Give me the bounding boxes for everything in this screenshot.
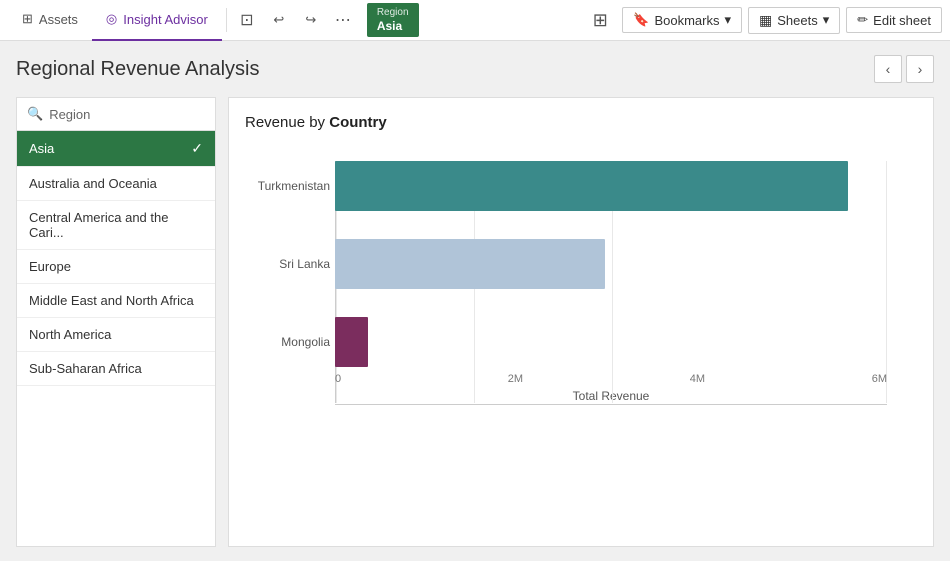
undo-button[interactable]: ↩ [263,4,295,36]
x-axis-title: Total Revenue [335,389,887,403]
next-icon: › [918,61,923,77]
tab-insight-advisor-label: Insight Advisor [123,12,208,27]
tab-assets[interactable]: ⊞ Assets [8,0,92,41]
more-button[interactable]: ⋯ [327,4,359,36]
sidebar-item-asia[interactable]: Asia ✓ [17,131,215,167]
x-label-6m: 6M [872,373,887,385]
tab-insight-advisor[interactable]: ◎ Insight Advisor [92,0,222,41]
bar-track-turkmenistan [335,161,887,211]
bar-row-mongolia: Mongolia [335,317,887,367]
chart-title: Revenue by Country [245,114,917,131]
x-label-4m: 4M [690,373,705,385]
x-label-2m: 2M [508,373,523,385]
bookmarks-chevron: ▾ [724,12,731,28]
bar-fill-mongolia [335,317,368,367]
chart-title-regular: Revenue by [245,114,325,131]
bar-row-srilanka: Sri Lanka [335,239,887,289]
bar-label-turkmenistan: Turkmenistan [245,179,330,193]
page-title: Regional Revenue Analysis [16,58,260,81]
edit-sheet-label: Edit sheet [873,13,931,28]
chip-label: Region [377,6,409,19]
sidebar-item-north-america[interactable]: North America [17,318,215,352]
assets-icon: ⊞ [22,11,33,27]
bar-track-srilanka [335,239,887,289]
insight-advisor-icon: ◎ [106,11,117,27]
sidebar-item-australia-label: Australia and Oceania [29,176,157,191]
bookmarks-label: Bookmarks [654,13,719,28]
sidebar-item-middle-east-label: Middle East and North Africa [29,293,194,308]
sidebar-item-asia-label: Asia [29,141,54,156]
content-area: 🔍 Region Asia ✓ Australia and Oceania Ce… [16,97,934,547]
screenshot-icon: ⊡ [240,10,253,30]
x-label-0: 0 [335,373,341,385]
sidebar-item-sub-saharan[interactable]: Sub-Saharan Africa [17,352,215,386]
prev-page-button[interactable]: ‹ [874,55,902,83]
sidebar: 🔍 Region Asia ✓ Australia and Oceania Ce… [16,97,216,547]
edit-icon: ✏ [857,12,868,28]
search-label: Region [49,107,90,122]
sidebar-item-central-america[interactable]: Central America and the Cari... [17,201,215,250]
sidebar-search[interactable]: 🔍 Region [17,98,215,131]
sidebar-item-central-america-label: Central America and the Cari... [29,210,203,240]
chart-container: Revenue by Country Turkmenistan [228,97,934,547]
chart-title-bold: Country [329,114,387,131]
sheets-chevron: ▾ [823,12,830,28]
search-icon: 🔍 [27,106,43,122]
page: Regional Revenue Analysis ‹ › 🔍 Region A… [0,41,950,561]
bar-label-mongolia: Mongolia [245,335,330,349]
grid-icon-btn[interactable]: ⊞ [584,4,616,36]
bar-fill-turkmenistan [335,161,848,211]
toolbar: ⊞ Assets ◎ Insight Advisor ⊡ ↩ ↪ ⋯ Regio… [0,0,950,41]
sheets-icon: ▦ [759,12,772,29]
redo-button[interactable]: ↪ [295,4,327,36]
x-axis-line [335,404,887,405]
undo-icon: ↩ [273,12,284,28]
sidebar-item-australia[interactable]: Australia and Oceania [17,167,215,201]
chart-body: Turkmenistan Sri Lanka Mongo [245,151,917,453]
bar-label-srilanka: Sri Lanka [245,257,330,271]
redo-icon: ↪ [305,12,316,28]
bookmark-icon: 🔖 [633,12,649,28]
toolbar-divider-1 [226,8,227,32]
sheets-button[interactable]: ▦ Sheets ▾ [748,7,840,34]
bookmarks-button[interactable]: 🔖 Bookmarks ▾ [622,7,742,33]
x-axis-labels: 0 2M 4M 6M [335,367,887,385]
sheets-label: Sheets [777,13,817,28]
sidebar-item-north-america-label: North America [29,327,111,342]
chip-value: Asia [377,19,409,35]
tab-assets-label: Assets [39,12,78,27]
page-header: Regional Revenue Analysis ‹ › [16,55,934,83]
sidebar-item-sub-saharan-label: Sub-Saharan Africa [29,361,142,376]
nav-arrows: ‹ › [874,55,934,83]
region-chip[interactable]: Region Asia [367,3,419,38]
toolbar-right: ⊞ 🔖 Bookmarks ▾ ▦ Sheets ▾ ✏ Edit sheet [584,4,942,36]
bar-row-turkmenistan: Turkmenistan [335,161,887,211]
bar-fill-srilanka [335,239,605,289]
checkmark-icon: ✓ [191,140,203,157]
edit-sheet-button[interactable]: ✏ Edit sheet [846,7,942,33]
next-page-button[interactable]: › [906,55,934,83]
sidebar-item-europe[interactable]: Europe [17,250,215,284]
prev-icon: ‹ [886,61,891,77]
bar-rows: Turkmenistan Sri Lanka Mongo [335,161,887,367]
bar-track-mongolia [335,317,887,367]
sidebar-item-europe-label: Europe [29,259,71,274]
more-icon: ⋯ [335,10,351,30]
sidebar-item-middle-east[interactable]: Middle East and North Africa [17,284,215,318]
screenshot-button[interactable]: ⊡ [231,4,263,36]
